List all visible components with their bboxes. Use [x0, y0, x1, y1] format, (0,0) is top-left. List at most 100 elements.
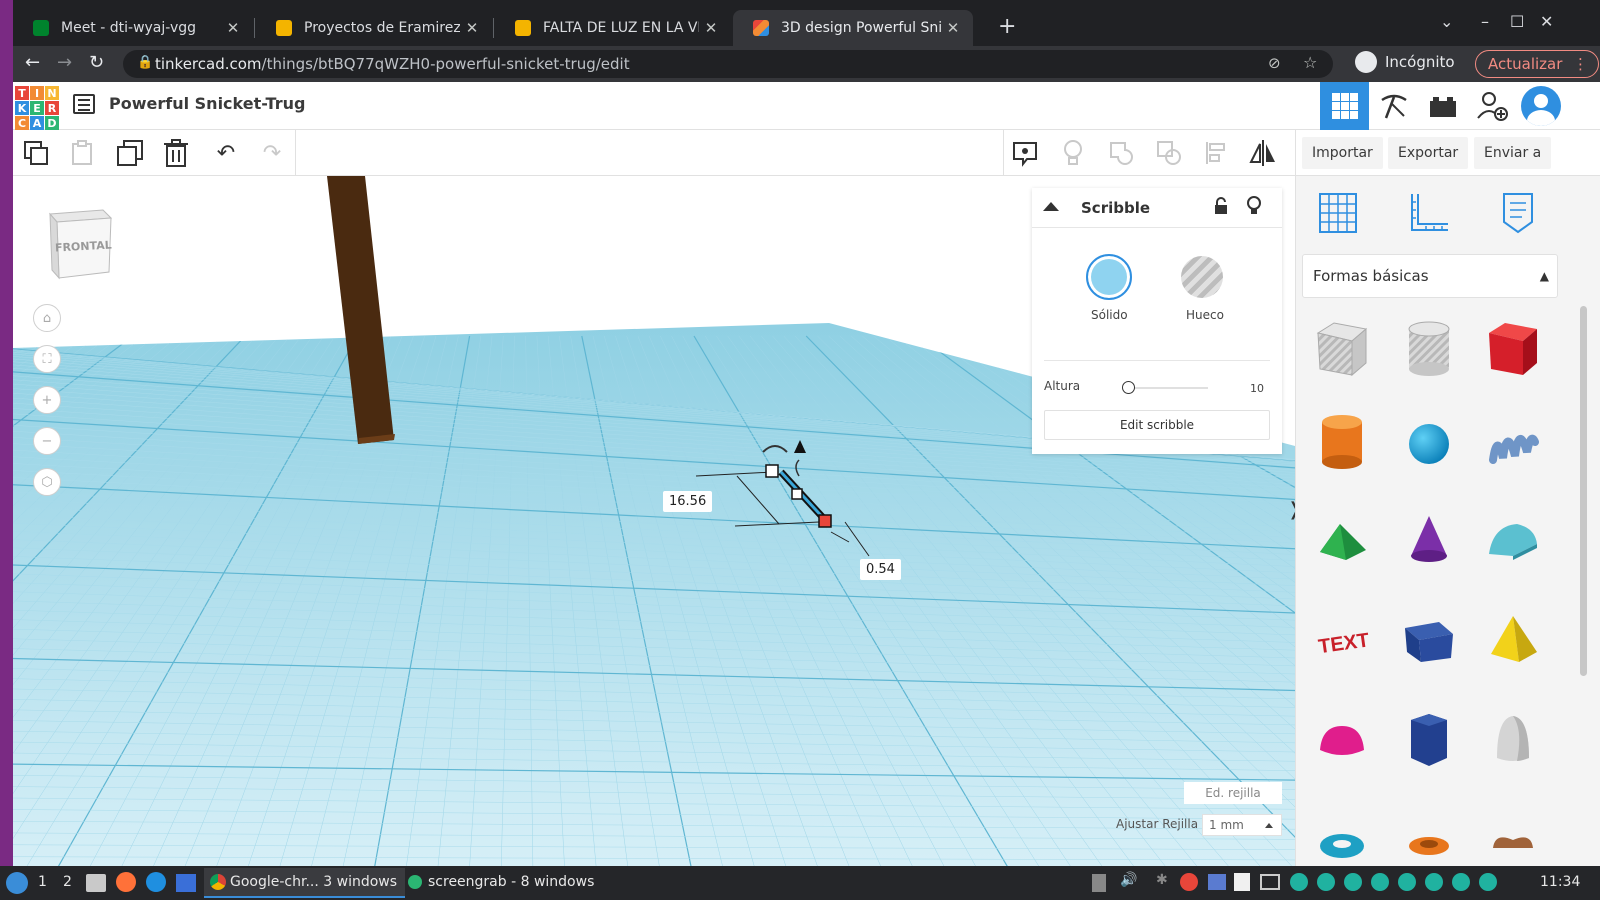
- dimension-length-label[interactable]: 16.56: [663, 491, 713, 512]
- scribble-shape[interactable]: [1483, 412, 1543, 472]
- tinkercad-logo[interactable]: TIN KER CAD: [15, 86, 59, 130]
- project-title[interactable]: Powerful Snicket-Trug: [109, 94, 305, 113]
- home-view-icon[interactable]: ⌂: [33, 304, 61, 332]
- tray-app-icon[interactable]: [1398, 873, 1416, 891]
- ungroup-icon[interactable]: [1152, 136, 1186, 170]
- zoom-in-icon[interactable]: +: [33, 386, 61, 414]
- chrome-task-button[interactable]: Google-chr... 3 windows: [204, 868, 406, 898]
- box-shape[interactable]: [1483, 319, 1543, 379]
- eye-off-icon[interactable]: ⊘: [1268, 54, 1281, 72]
- tab-close-icon[interactable]: ✕: [460, 19, 484, 37]
- shapes-scrollbar[interactable]: [1580, 306, 1587, 676]
- start-menu-icon[interactable]: [6, 872, 28, 894]
- undo-icon[interactable]: ↶: [209, 136, 243, 170]
- tray-app-icon[interactable]: [1452, 873, 1470, 891]
- half-cylinder-shape[interactable]: [1399, 610, 1459, 670]
- collapse-caret-icon[interactable]: [1043, 202, 1059, 211]
- reload-icon[interactable]: ↻: [89, 52, 104, 73]
- text-shape[interactable]: TEXT: [1312, 610, 1372, 670]
- resize-handle-corner[interactable]: [818, 514, 832, 528]
- tray-app-icon[interactable]: [1371, 873, 1389, 891]
- resize-handle-mid[interactable]: [791, 488, 803, 500]
- send-to-button[interactable]: Enviar a: [1474, 137, 1552, 169]
- lightbulb-icon[interactable]: [1246, 196, 1262, 216]
- blocks-button[interactable]: [1369, 82, 1418, 130]
- paraboloid-shape[interactable]: [1483, 710, 1543, 770]
- tray-app-icon[interactable]: [1425, 873, 1443, 891]
- user-avatar-button[interactable]: [1516, 82, 1565, 130]
- close-window-icon[interactable]: ✕: [1540, 12, 1553, 31]
- edge-icon[interactable]: [146, 872, 166, 892]
- tray-app-icon[interactable]: [1344, 873, 1362, 891]
- volume-icon[interactable]: 🔊: [1120, 872, 1137, 888]
- screengrab-task-button[interactable]: screengrab - 8 windows: [404, 868, 602, 898]
- clock[interactable]: 11:34: [1540, 874, 1580, 890]
- update-button[interactable]: Actualizar ⋮: [1475, 50, 1599, 78]
- tab-close-icon[interactable]: ✕: [221, 19, 245, 37]
- box-hole-shape[interactable]: [1312, 319, 1372, 379]
- height-slider-track[interactable]: [1128, 387, 1208, 389]
- edit-grid-button[interactable]: Ed. rejilla: [1184, 782, 1282, 804]
- workplane-tab-icon[interactable]: [1314, 190, 1362, 236]
- ortho-view-icon[interactable]: ⬡: [33, 468, 61, 496]
- half-sphere-shape[interactable]: [1312, 710, 1372, 770]
- address-bar[interactable]: 🔒 tinkercad.com/things/btBQ77qWZH0-power…: [123, 50, 1333, 78]
- dimension-width-label[interactable]: 0.54: [860, 559, 901, 580]
- tab-falta-de-luz[interactable]: FALTA DE LUZ EN LA VIVIEN ✕: [495, 10, 731, 46]
- view-cube[interactable]: FRONTAL: [47, 206, 113, 280]
- zoom-out-icon[interactable]: −: [33, 427, 61, 455]
- pyramid-shape[interactable]: [1483, 610, 1543, 670]
- resize-handle-top[interactable]: [765, 464, 779, 478]
- bricks-button[interactable]: [1418, 82, 1467, 130]
- snap-grid-select[interactable]: 1 mm: [1202, 814, 1282, 836]
- update-tray-icon[interactable]: [1180, 873, 1198, 891]
- delete-button[interactable]: [159, 136, 193, 170]
- redo-icon[interactable]: ↷: [255, 136, 289, 170]
- incognito-indicator[interactable]: Incógnito: [1355, 51, 1455, 73]
- group-icon[interactable]: [1104, 136, 1138, 170]
- screen-tray-icon[interactable]: [1260, 874, 1280, 890]
- round-roof-shape[interactable]: [1483, 510, 1543, 570]
- workspace-1[interactable]: 1: [38, 874, 47, 890]
- bluetooth-icon[interactable]: ✱: [1156, 872, 1168, 888]
- files-icon[interactable]: [86, 874, 106, 892]
- clipboard-tray-icon[interactable]: [1092, 874, 1106, 892]
- new-tab-icon[interactable]: +: [998, 14, 1016, 39]
- duplicate-button[interactable]: [113, 136, 147, 170]
- solid-swatch[interactable]: [1086, 254, 1132, 300]
- minimize-icon[interactable]: –: [1481, 12, 1489, 31]
- tab-close-icon[interactable]: ✕: [699, 19, 723, 37]
- maximize-icon[interactable]: ☐: [1510, 12, 1524, 31]
- lock-open-icon[interactable]: [1214, 197, 1228, 215]
- show-all-icon[interactable]: [1056, 136, 1090, 170]
- window-icon[interactable]: [176, 874, 196, 892]
- star-icon[interactable]: ☆: [1303, 53, 1317, 72]
- cylinder-hole-shape[interactable]: [1399, 319, 1459, 379]
- tab-3d-design[interactable]: 3D design Powerful Snicket ✕: [733, 10, 973, 46]
- chat-tray-icon[interactable]: [1208, 874, 1226, 890]
- shape-category-select[interactable]: Formas básicas ▲: [1302, 254, 1558, 298]
- edit-scribble-button[interactable]: Edit scribble: [1044, 410, 1270, 440]
- tab-meet[interactable]: Meet - dti-wyaj-vgg ✕: [13, 10, 253, 46]
- design-list-icon[interactable]: [73, 94, 95, 114]
- back-icon[interactable]: ←: [25, 52, 40, 73]
- hole-swatch[interactable]: [1181, 256, 1223, 298]
- notes-button[interactable]: [1008, 136, 1042, 170]
- export-button[interactable]: Exportar: [1388, 137, 1469, 169]
- workspace-2[interactable]: 2: [63, 874, 72, 890]
- notes-tab-icon[interactable]: [1494, 190, 1542, 236]
- paste-button[interactable]: [65, 136, 99, 170]
- align-icon[interactable]: [1200, 136, 1234, 170]
- polygon-shape[interactable]: [1399, 710, 1459, 770]
- tray-app-icon[interactable]: [1479, 873, 1497, 891]
- import-button[interactable]: Importar: [1302, 137, 1383, 169]
- firefox-icon[interactable]: [116, 872, 136, 892]
- notes-tray-icon[interactable]: [1234, 873, 1250, 891]
- forward-icon[interactable]: →: [57, 52, 72, 73]
- cylinder-shape[interactable]: [1312, 412, 1372, 472]
- fit-view-icon[interactable]: ⛶: [33, 345, 61, 373]
- 3d-view-button[interactable]: [1320, 82, 1369, 130]
- add-user-button[interactable]: [1467, 82, 1516, 130]
- copy-button[interactable]: [19, 136, 53, 170]
- tray-app-icon[interactable]: [1290, 873, 1308, 891]
